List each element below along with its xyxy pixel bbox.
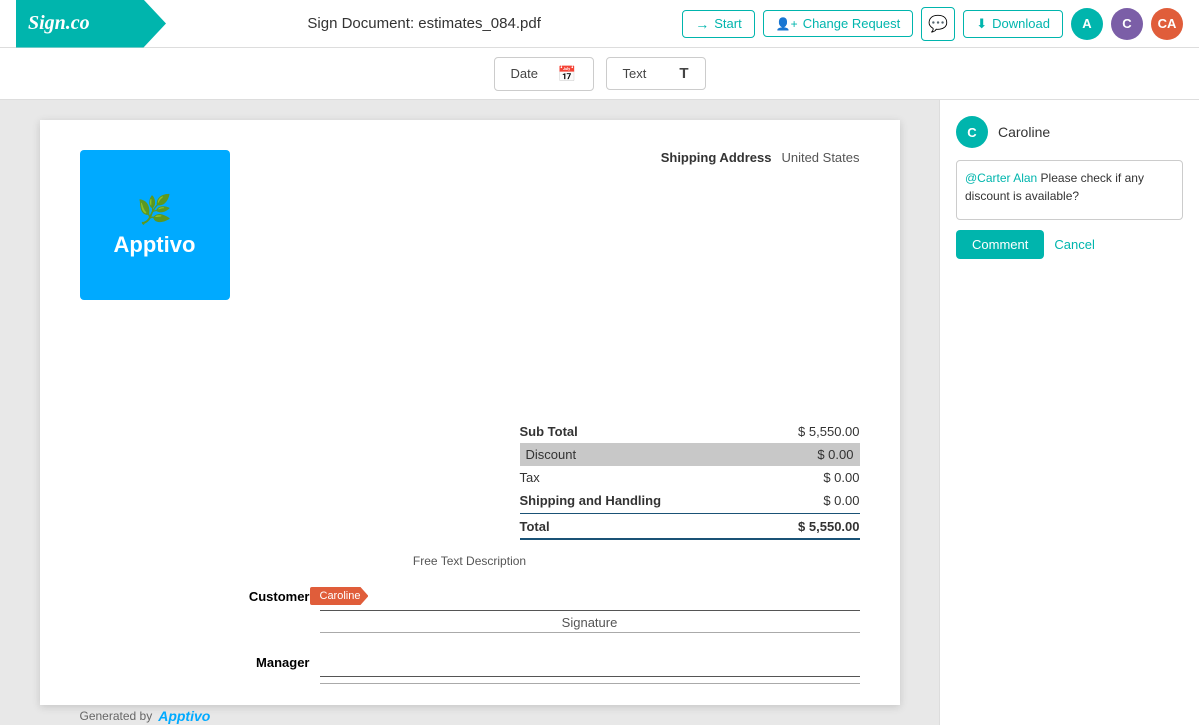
main-area: 🌿 Apptivo Shipping Address United States… [0, 100, 1199, 725]
total-row: Total $ 5,550.00 [80, 515, 860, 538]
logo-leaf-icon: 🌿 [137, 193, 172, 226]
toolbar: Date 📅 Text T [0, 48, 1199, 100]
calendar-icon: 📅 [558, 65, 577, 83]
manager-sig-line [320, 649, 860, 677]
header: Sign.co Sign Document: estimates_084.pdf… [0, 0, 1199, 48]
company-name: Apptivo [114, 232, 196, 258]
manager-sig-field [320, 649, 860, 684]
commenter-avatar: C [956, 116, 988, 148]
doc-area: 🌿 Apptivo Shipping Address United States… [0, 100, 939, 725]
download-button[interactable]: ⬇ Download [963, 10, 1063, 38]
total-value: $ 5,550.00 [798, 519, 859, 534]
comment-header: C Caroline [956, 116, 1183, 148]
text-icon: T [679, 65, 688, 82]
chat-button[interactable]: 💬 [921, 7, 955, 41]
generated-by: Generated by Apptivo [80, 708, 860, 724]
comment-submit-button[interactable]: Comment [956, 230, 1044, 259]
doc-header-row: 🌿 Apptivo Shipping Address United States [80, 150, 860, 300]
shipping-handling-row: Shipping and Handling $ 0.00 [80, 489, 860, 512]
discount-value: $ 0.00 [817, 447, 853, 462]
doc-title: Sign Document: estimates_084.pdf [182, 15, 666, 32]
logo-text: Sign.co [28, 12, 90, 35]
comment-actions: Comment Cancel [956, 230, 1183, 259]
arrow-right-icon: → [695, 16, 709, 32]
change-request-button[interactable]: 👤+ Change Request [763, 10, 914, 37]
subtotal-label: Sub Total [520, 424, 578, 439]
manager-label: Manager [80, 649, 320, 670]
subtotal-row: Sub Total $ 5,550.00 [80, 420, 860, 443]
total-divider-double [520, 538, 860, 540]
logo-area: Sign.co [16, 0, 166, 48]
signature-text-label: Signature [320, 615, 860, 630]
comment-cancel-button[interactable]: Cancel [1054, 237, 1094, 252]
customer-sig-section: Customer Caroline Signature [80, 583, 860, 633]
tax-value: $ 0.00 [823, 470, 859, 485]
generated-by-label: Generated by [80, 709, 153, 723]
sig-bottom-line [320, 632, 860, 633]
total-label: Total [520, 519, 550, 534]
download-icon: ⬇ [976, 16, 987, 32]
free-text-label: Free Text Description [80, 554, 860, 568]
text-tool-button[interactable]: Text T [606, 57, 706, 90]
caroline-signature-tag: Caroline [310, 587, 369, 605]
discount-label: Discount [526, 447, 577, 462]
shipping-address-label: Shipping Address [661, 150, 772, 165]
subtotal-value: $ 5,550.00 [798, 424, 859, 439]
summary-section: Sub Total $ 5,550.00 Discount $ 0.00 Tax… [80, 420, 860, 540]
chat-icon: 💬 [928, 14, 948, 34]
person-plus-icon: 👤+ [776, 17, 798, 31]
shipping-info: Shipping Address United States [661, 150, 860, 165]
customer-sig-line [320, 583, 860, 611]
shipping-handling-label: Shipping and Handling [520, 493, 662, 508]
start-button[interactable]: → Start [682, 10, 754, 38]
total-divider [520, 513, 860, 514]
company-logo: 🌿 Apptivo [80, 150, 230, 300]
manager-sig-underline [320, 683, 860, 684]
date-tool-button[interactable]: Date 📅 [494, 57, 594, 91]
text-tool-label: Text [623, 66, 647, 81]
tax-row: Tax $ 0.00 [80, 466, 860, 489]
avatar-a[interactable]: A [1071, 8, 1103, 40]
discount-row: Discount $ 0.00 [80, 443, 860, 466]
avatar-ca[interactable]: CA [1151, 8, 1183, 40]
manager-sig-section: Manager [80, 649, 860, 684]
date-tool-label: Date [511, 66, 538, 81]
customer-sig-field: Caroline Signature [320, 583, 860, 633]
comment-text-box[interactable]: @Carter Alan Please check if any discoun… [956, 160, 1183, 220]
commenter-name: Caroline [998, 124, 1050, 140]
header-actions: → Start 👤+ Change Request 💬 ⬇ Download A… [682, 7, 1183, 41]
shipping-address-value: United States [781, 150, 859, 165]
mention-tag: @Carter Alan [965, 171, 1037, 185]
shipping-handling-value: $ 0.00 [823, 493, 859, 508]
document: 🌿 Apptivo Shipping Address United States… [40, 120, 900, 705]
tax-label: Tax [520, 470, 540, 485]
comment-panel: C Caroline @Carter Alan Please check if … [939, 100, 1199, 725]
avatar-c[interactable]: C [1111, 8, 1143, 40]
apptivo-brand-link[interactable]: Apptivo [158, 708, 210, 724]
customer-label: Customer [80, 583, 320, 604]
